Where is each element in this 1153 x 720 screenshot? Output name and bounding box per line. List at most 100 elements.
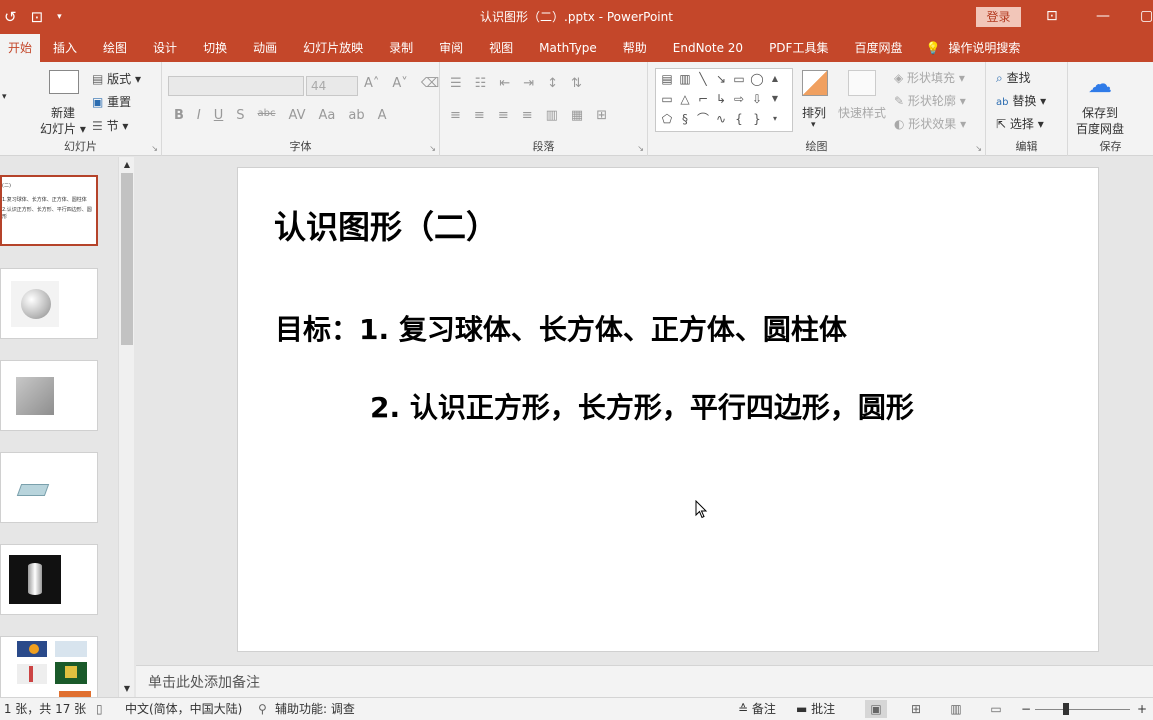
slide-thumbnail-2[interactable] — [0, 268, 98, 339]
section-button[interactable]: ☰ 节 ▾ — [92, 117, 128, 134]
strikethrough-icon[interactable]: abc — [258, 108, 276, 123]
tab-animations[interactable]: 动画 — [240, 34, 290, 62]
increase-indent-icon[interactable]: ⇥ — [523, 76, 534, 91]
tab-review[interactable]: 审阅 — [426, 34, 476, 62]
tab-slideshow[interactable]: 幻灯片放映 — [290, 34, 376, 62]
tab-pdf-tools[interactable]: PDF工具集 — [756, 34, 841, 62]
drawing-launcher-icon[interactable]: ↘ — [975, 144, 982, 153]
slide-thumbnail-4[interactable] — [0, 452, 98, 523]
align-center-icon[interactable]: ≡ — [474, 108, 485, 123]
baidu-cloud-icon[interactable]: ☁ — [1088, 70, 1112, 98]
spelling-icon[interactable]: ▯ — [96, 698, 103, 720]
clear-format-icon[interactable]: ⌫ — [421, 76, 439, 91]
distributed-icon[interactable]: ▥ — [546, 108, 558, 123]
tab-mathtype[interactable]: MathType — [526, 34, 610, 62]
slide-sorter-icon[interactable]: ⊞ — [905, 700, 927, 718]
change-case-icon[interactable]: Aa — [319, 108, 336, 123]
save-to-button[interactable]: 保存到 — [1082, 104, 1118, 121]
slides-launcher-icon[interactable]: ↘ — [151, 144, 158, 153]
baidu-netdisk-label[interactable]: 百度网盘 — [1076, 120, 1124, 137]
slide-thumbnail-6[interactable] — [0, 636, 98, 701]
ribbon-display-options-icon[interactable]: ⊡ — [1046, 0, 1058, 32]
reading-view-icon[interactable]: ▥ — [945, 700, 967, 718]
font-name-box[interactable] — [168, 76, 304, 96]
notes-pane[interactable]: 单击此处添加备注 — [136, 665, 1153, 697]
font-launcher-icon[interactable]: ↘ — [429, 144, 436, 153]
smartart-icon[interactable]: ⊞ — [596, 108, 607, 123]
shrink-font-icon[interactable]: A˅ — [392, 76, 407, 91]
tab-record[interactable]: 录制 — [376, 34, 426, 62]
numbering-icon[interactable]: ☷ — [475, 76, 487, 91]
reset-button[interactable]: ▣ 重置 — [92, 93, 131, 110]
scroll-down-icon[interactable]: ▼ — [119, 681, 135, 697]
shape-fill-button[interactable]: ◈ 形状填充 ▾ — [894, 69, 965, 86]
login-button[interactable]: 登录 — [976, 7, 1021, 27]
layout-button[interactable]: ▤ 版式 ▾ — [92, 70, 141, 87]
tab-draw[interactable]: 绘图 — [90, 34, 140, 62]
bold-icon[interactable]: B — [174, 108, 184, 123]
language-indicator[interactable]: 中文(简体，中国大陆) — [125, 698, 242, 720]
accessibility-status[interactable]: 辅助功能: 调查 — [275, 698, 355, 720]
zoom-slider[interactable] — [1035, 709, 1130, 710]
align-left-icon[interactable]: ≡ — [450, 108, 461, 123]
slide-body-line-2[interactable]: 2. 认识正方形，长方形，平行四边形，圆形 — [370, 386, 914, 426]
char-spacing-icon[interactable]: AV — [289, 108, 306, 123]
paragraph-launcher-icon[interactable]: ↘ — [637, 144, 644, 153]
shape-outline-button[interactable]: ✎ 形状轮廓 ▾ — [894, 92, 966, 109]
replace-button[interactable]: ab 替换 ▾ — [996, 92, 1046, 109]
maximize-icon[interactable]: ▢ — [1140, 0, 1153, 32]
line-spacing-icon[interactable]: ↕ — [547, 76, 558, 91]
quick-styles-icon[interactable] — [848, 70, 876, 96]
slideshow-view-icon[interactable]: ▭ — [985, 700, 1007, 718]
tab-baidu-netdisk[interactable]: 百度网盘 — [841, 34, 915, 62]
zoom-out-icon[interactable]: − — [1021, 698, 1031, 720]
tab-design[interactable]: 设计 — [140, 34, 190, 62]
scroll-up-icon[interactable]: ▲ — [119, 157, 135, 173]
align-right-icon[interactable]: ≡ — [498, 108, 509, 123]
find-button[interactable]: ⌕ 查找 — [996, 69, 1031, 86]
normal-view-icon[interactable]: ▣ — [865, 700, 887, 718]
font-color-icon[interactable]: A — [378, 108, 387, 123]
font-size-box[interactable]: 44 — [306, 76, 358, 96]
comments-toggle[interactable]: ▬ 批注 — [796, 698, 835, 720]
minimize-icon[interactable]: — — [1096, 0, 1110, 32]
slide-thumbnail-1[interactable]: (二) 1.复习球体、长方体、正方体、圆柱体 2.认识正方形、长方形、平行四边形… — [0, 175, 98, 246]
slide-thumbnail-3[interactable] — [0, 360, 98, 431]
arrange-dropdown-icon[interactable]: ▾ — [811, 120, 816, 130]
paste-dropdown-icon[interactable]: ▾ — [2, 92, 7, 102]
shape-effects-button[interactable]: ◐ 形状效果 ▾ — [894, 115, 966, 132]
slide-title[interactable]: 认识图形（二） — [274, 202, 498, 248]
scroll-thumb[interactable] — [121, 173, 133, 345]
justify-icon[interactable]: ≡ — [522, 108, 533, 123]
zoom-in-icon[interactable]: + — [1137, 698, 1147, 720]
decrease-indent-icon[interactable]: ⇤ — [499, 76, 510, 91]
grow-font-icon[interactable]: A˄ — [364, 76, 379, 91]
arrange-button[interactable]: 排列 — [802, 104, 826, 121]
columns-icon[interactable]: ▦ — [571, 108, 583, 123]
slide-thumbnail-5[interactable] — [0, 544, 98, 615]
slide-body-line-1[interactable]: 目标：1. 复习球体、长方体、正方体、圆柱体 — [275, 308, 847, 348]
tell-me-search[interactable]: 💡 操作说明搜索 — [915, 34, 1020, 62]
underline-icon[interactable]: U — [214, 108, 224, 123]
highlight-icon[interactable]: ab — [348, 108, 364, 123]
tab-help[interactable]: 帮助 — [610, 34, 660, 62]
shadow-icon[interactable]: S — [236, 108, 244, 123]
new-slide-icon[interactable] — [49, 70, 79, 94]
tab-view[interactable]: 视图 — [476, 34, 526, 62]
zoom-slider-handle[interactable] — [1063, 703, 1069, 715]
quick-styles-button[interactable]: 快速样式 — [838, 104, 886, 121]
accessibility-icon[interactable]: ⚲ — [258, 698, 267, 720]
select-button[interactable]: ⇱ 选择 ▾ — [996, 115, 1044, 132]
tab-insert[interactable]: 插入 — [40, 34, 90, 62]
italic-icon[interactable]: I — [197, 108, 201, 123]
tab-endnote[interactable]: EndNote 20 — [660, 34, 756, 62]
notes-toggle[interactable]: ≙ 备注 — [738, 698, 776, 720]
slide-canvas[interactable]: 认识图形（二） 目标：1. 复习球体、长方体、正方体、圆柱体 2. 认识正方形，… — [237, 167, 1099, 652]
text-direction-icon[interactable]: ⇅ — [571, 76, 582, 91]
arrange-icon[interactable] — [802, 70, 828, 96]
tab-transitions[interactable]: 切换 — [190, 34, 240, 62]
bullets-icon[interactable]: ☰ — [450, 76, 462, 91]
thumbnail-scrollbar[interactable]: ▲ ▼ — [118, 157, 134, 697]
tab-home[interactable]: 开始 — [0, 34, 41, 62]
new-slide-button[interactable]: 新建 — [51, 104, 75, 121]
